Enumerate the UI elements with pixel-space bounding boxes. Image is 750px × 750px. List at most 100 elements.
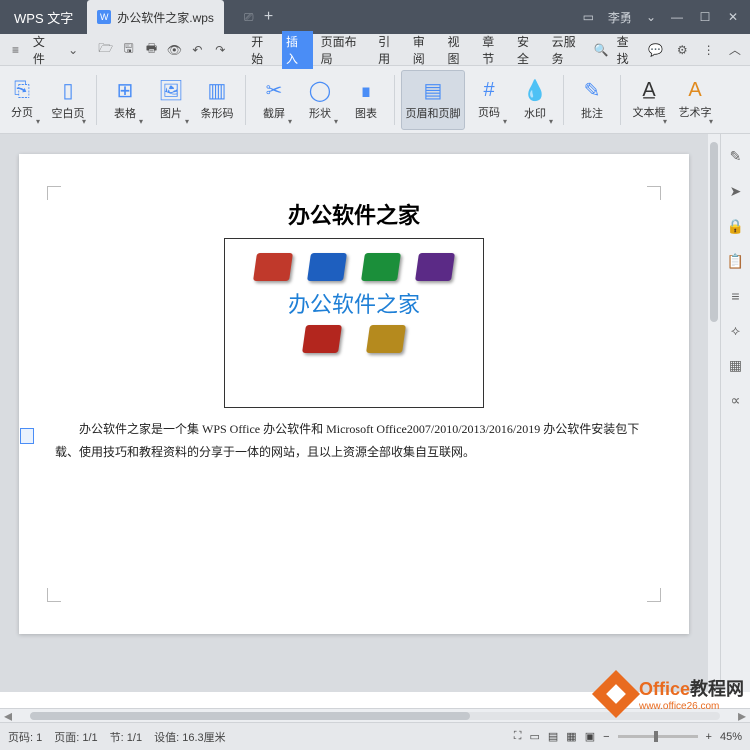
maximize-button[interactable]: ☐ bbox=[698, 10, 712, 24]
clipboard-icon[interactable]: 📋 bbox=[727, 253, 744, 270]
ribbon-barcode[interactable]: ▥条形码 bbox=[195, 70, 239, 130]
margin-corner bbox=[647, 186, 661, 200]
ribbon: ⎘分页▾ ▯空白页▾ ⊞表格▾ 🖼图片▾ ▥条形码 ✂截屏▾ ◯形状▾ ∎图表 … bbox=[0, 66, 750, 134]
embedded-image[interactable]: 办公软件之家 bbox=[224, 238, 484, 408]
ribbon-sep bbox=[394, 75, 395, 125]
search-label[interactable]: 查找 bbox=[617, 33, 639, 67]
zoom-out-button[interactable]: − bbox=[603, 731, 609, 743]
menu-view[interactable]: 视图 bbox=[444, 31, 475, 69]
margin-corner bbox=[47, 588, 61, 602]
zoom-slider[interactable] bbox=[618, 735, 698, 738]
preview-icon[interactable]: 👁 bbox=[165, 43, 184, 57]
outline-view-icon[interactable]: ▤ bbox=[548, 730, 558, 743]
ribbon-picture[interactable]: 🖼图片▾ bbox=[149, 70, 193, 130]
vertical-scrollbar[interactable] bbox=[708, 134, 720, 692]
properties-icon[interactable]: ▦ bbox=[729, 357, 742, 374]
zoom-value[interactable]: 45% bbox=[720, 731, 742, 743]
ribbon-watermark[interactable]: 💧水印▾ bbox=[513, 70, 557, 130]
side-panel: ✎ ➤ 🔒 📋 ≡ ⟡ ▦ ∝ bbox=[720, 134, 750, 692]
office-icon bbox=[307, 253, 347, 281]
logo-text: 办公软件之家 bbox=[225, 287, 483, 319]
status-page[interactable]: 页面: 1/1 bbox=[54, 729, 97, 745]
file-menu-caret[interactable]: ⌄ bbox=[64, 43, 83, 57]
status-pagecode[interactable]: 页码: 1 bbox=[8, 729, 42, 745]
pencil-icon[interactable]: ✎ bbox=[730, 148, 742, 165]
menu-insert[interactable]: 插入 bbox=[282, 31, 313, 69]
ribbon-comment[interactable]: ✎批注 bbox=[570, 70, 614, 130]
hamburger-icon[interactable]: ≡ bbox=[6, 43, 25, 57]
office-icon bbox=[366, 325, 406, 353]
save-icon[interactable]: 🖫 bbox=[119, 39, 138, 60]
new-tab-button[interactable]: + bbox=[254, 8, 284, 26]
minimize-button[interactable]: — bbox=[670, 10, 684, 24]
ruler-icon[interactable]: ⟡ bbox=[731, 322, 740, 339]
scrollbar-thumb[interactable] bbox=[710, 142, 718, 322]
scrollbar-thumb[interactable] bbox=[30, 712, 470, 720]
presentation-mode-icon[interactable]: ⎚ bbox=[244, 10, 254, 25]
more-icon[interactable]: ⋮ bbox=[699, 43, 717, 57]
office-icon bbox=[415, 253, 455, 281]
ribbon-header-footer[interactable]: ▤页眉和页脚 bbox=[401, 70, 465, 130]
lock-icon[interactable]: 🔒 bbox=[727, 218, 744, 235]
status-setting[interactable]: 设值: 16.3厘米 bbox=[154, 729, 226, 745]
ribbon-pagebreak[interactable]: ⎘分页▾ bbox=[0, 70, 44, 130]
folder-open-icon[interactable]: 🗁 bbox=[96, 39, 115, 60]
office-icon bbox=[253, 253, 293, 281]
ribbon-wordart[interactable]: A艺术字▾ bbox=[673, 70, 717, 130]
share-icon[interactable]: ∝ bbox=[730, 392, 740, 409]
watermark-brand: Office bbox=[639, 679, 690, 699]
fit-width-icon[interactable]: ⛶ bbox=[514, 730, 522, 743]
ribbon-table[interactable]: ⊞表格▾ bbox=[103, 70, 147, 130]
ribbon-sep bbox=[620, 75, 621, 125]
watermark: Office教程网 www.office26.com bbox=[599, 675, 744, 712]
document-tab[interactable]: W 办公软件之家.wps bbox=[87, 0, 224, 34]
file-menu[interactable]: 文件 bbox=[29, 31, 60, 69]
document-title: 办公软件之家 bbox=[55, 198, 653, 230]
ribbon-sep bbox=[563, 75, 564, 125]
office-icon bbox=[302, 325, 342, 353]
redo-icon[interactable]: ↷ bbox=[211, 43, 230, 57]
user-label[interactable]: 李勇 bbox=[608, 9, 632, 26]
close-button[interactable]: ✕ bbox=[726, 10, 740, 24]
menubar: ≡ 文件 ⌄ 🗁 🖫 🖶 👁 ↶ ↷ 开始 插入 页面布局 引用 审阅 视图 章… bbox=[0, 34, 750, 66]
document-page[interactable]: 办公软件之家 办公软件之家 办公软件之家是一个集 WPS Office 办公软件… bbox=[19, 154, 689, 634]
list-icon[interactable]: ≡ bbox=[731, 288, 739, 304]
menu-review[interactable]: 审阅 bbox=[409, 31, 440, 69]
ribbon-blankpage[interactable]: ▯空白页▾ bbox=[46, 70, 90, 130]
menu-start[interactable]: 开始 bbox=[247, 31, 278, 69]
gear-icon[interactable]: ⚙ bbox=[673, 43, 691, 57]
office-icon bbox=[361, 253, 401, 281]
chat-icon[interactable]: 💬 bbox=[647, 43, 665, 57]
menu-pagelayout[interactable]: 页面布局 bbox=[317, 31, 370, 69]
workspace: 办公软件之家 办公软件之家 办公软件之家是一个集 WPS Office 办公软件… bbox=[0, 134, 750, 692]
web-view-icon[interactable]: ▦ bbox=[566, 730, 576, 743]
watermark-url: www.office26.com bbox=[639, 701, 744, 712]
ribbon-sep bbox=[245, 75, 246, 125]
ribbon-chart[interactable]: ∎图表 bbox=[344, 70, 388, 130]
menu-security[interactable]: 安全 bbox=[513, 31, 544, 69]
zoom-in-button[interactable]: + bbox=[706, 731, 712, 743]
collapse-ribbon-icon[interactable]: ︿ bbox=[726, 41, 744, 58]
device-icon[interactable]: ▭ bbox=[583, 10, 594, 24]
ribbon-screenshot[interactable]: ✂截屏▾ bbox=[252, 70, 296, 130]
user-menu-caret[interactable]: ⌄ bbox=[646, 10, 656, 24]
status-section[interactable]: 节: 1/1 bbox=[110, 729, 142, 745]
menu-reference[interactable]: 引用 bbox=[374, 31, 405, 69]
layout-view-icon[interactable]: ▭ bbox=[529, 730, 539, 743]
ribbon-shapes[interactable]: ◯形状▾ bbox=[298, 70, 342, 130]
menu-cloud[interactable]: 云服务 bbox=[548, 31, 590, 69]
statusbar: 页码: 1 页面: 1/1 节: 1/1 设值: 16.3厘米 ⛶ ▭ ▤ ▦ … bbox=[0, 722, 750, 750]
ribbon-pagenumber[interactable]: #页码▾ bbox=[467, 70, 511, 130]
undo-icon[interactable]: ↶ bbox=[188, 43, 207, 57]
doc-filename: 办公软件之家.wps bbox=[117, 9, 214, 26]
app-name: WPS 文字 bbox=[0, 8, 87, 27]
cursor-icon[interactable]: ➤ bbox=[730, 183, 742, 200]
titlebar: WPS 文字 W 办公软件之家.wps ⎚ + ▭ 李勇 ⌄ — ☐ ✕ bbox=[0, 0, 750, 34]
print-icon[interactable]: 🖶 bbox=[142, 39, 161, 60]
menu-section[interactable]: 章节 bbox=[478, 31, 509, 69]
search-icon[interactable]: 🔍 bbox=[594, 43, 609, 57]
margin-corner bbox=[47, 186, 61, 200]
margin-corner bbox=[647, 588, 661, 602]
ribbon-textbox[interactable]: A̲文本框▾ bbox=[627, 70, 671, 130]
reading-view-icon[interactable]: ▣ bbox=[585, 730, 595, 743]
